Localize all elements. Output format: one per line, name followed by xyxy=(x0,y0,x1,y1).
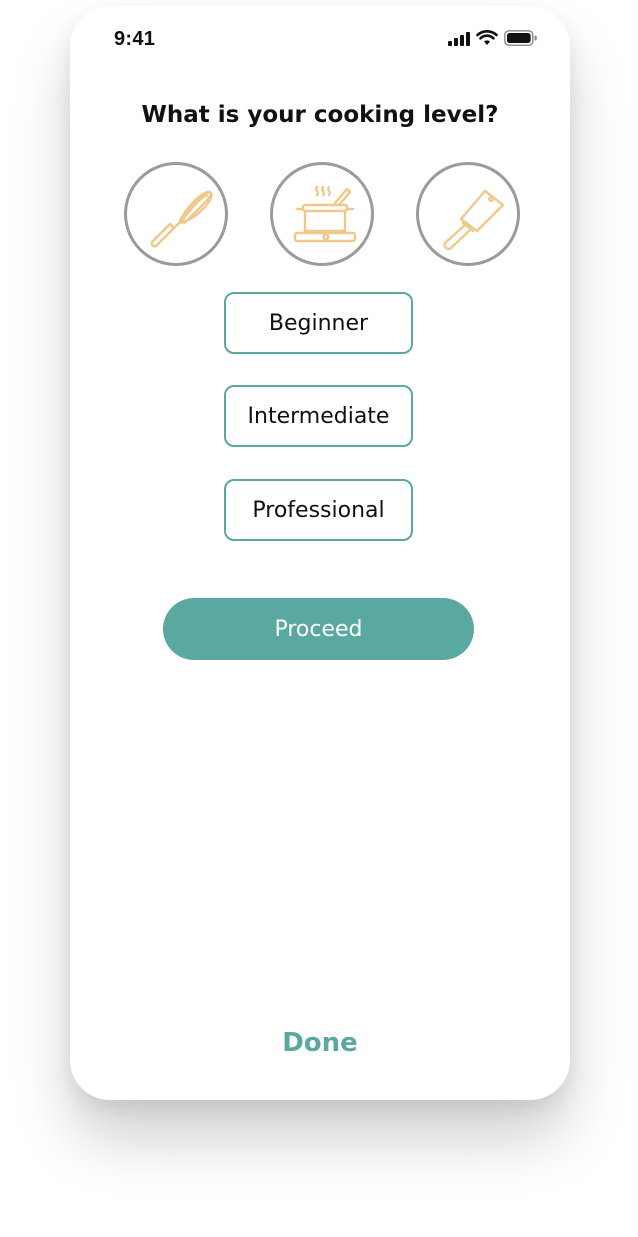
beginner-button[interactable]: Beginner xyxy=(224,292,413,354)
intermediate-button[interactable]: Intermediate xyxy=(224,385,413,447)
cellular-signal-icon xyxy=(448,31,470,50)
intermediate-level-icon-button[interactable] xyxy=(270,162,374,266)
professional-button[interactable]: Professional xyxy=(224,479,413,541)
page-title: What is your cooking level? xyxy=(141,102,499,128)
professional-level-icon-button[interactable] xyxy=(416,162,520,266)
status-time: 9:41 xyxy=(114,28,156,50)
wifi-icon xyxy=(476,30,498,50)
status-icons xyxy=(448,30,538,50)
proceed-button[interactable]: Proceed xyxy=(163,598,474,660)
phone-frame: 9:41 What is your cooking level? Beginne… xyxy=(70,6,570,1100)
battery-icon xyxy=(504,30,538,50)
beginner-level-icon-button[interactable] xyxy=(124,162,228,266)
done-button[interactable]: Done xyxy=(70,1028,570,1058)
screen: 9:41 What is your cooking level? Beginne… xyxy=(0,0,638,1237)
status-bar: 9:41 xyxy=(70,6,570,72)
